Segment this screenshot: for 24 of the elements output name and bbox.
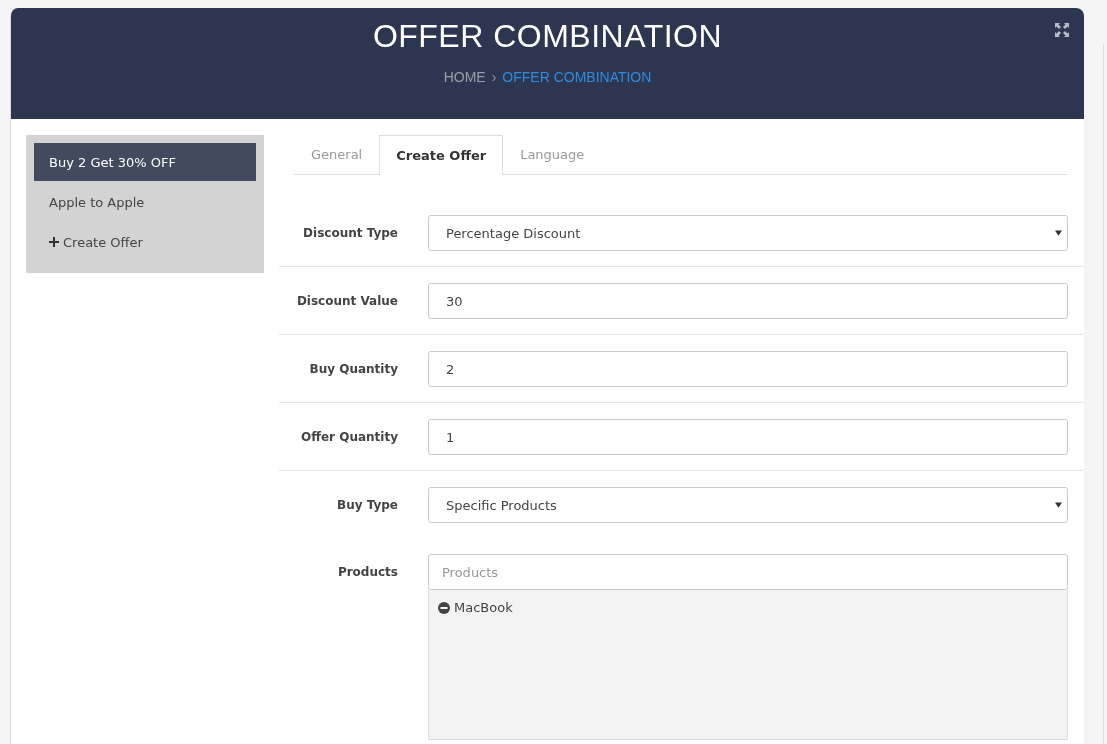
input-field[interactable]: 30	[428, 283, 1068, 319]
dropdown-field[interactable]: Percentage Discount	[428, 215, 1068, 251]
caret-icon	[1055, 502, 1062, 508]
offer-list-item[interactable]: Apple to Apple	[34, 183, 256, 221]
field-label: Buy Quantity	[308, 361, 398, 378]
input-field[interactable]: 2	[428, 351, 1068, 387]
field-label: Products	[336, 564, 398, 581]
field-label: Offer Quantity	[300, 429, 398, 446]
fullscreen-icon[interactable]	[1054, 22, 1070, 38]
field-label: Buy Type	[336, 497, 398, 514]
product-name: MacBook	[454, 600, 513, 615]
field-label: Discount Value	[295, 293, 398, 310]
offer-list-item[interactable]: Create Offer	[34, 223, 256, 261]
field-label: Discount Type	[302, 225, 398, 242]
tab[interactable]: Create Offer	[379, 135, 504, 175]
input-field[interactable]: 1	[428, 419, 1068, 455]
breadcrumb-link[interactable]: HOME	[443, 69, 486, 85]
remove-icon[interactable]	[438, 601, 450, 614]
caret-icon	[1055, 230, 1062, 236]
breadcrumb-separator: ›	[491, 69, 497, 85]
dropdown-field[interactable]: Specific Products	[428, 487, 1068, 523]
plus-icon	[49, 237, 59, 247]
page-title: OFFER COMBINATION	[372, 18, 723, 55]
offer-list-item[interactable]: Buy 2 Get 30% OFF	[34, 143, 256, 181]
